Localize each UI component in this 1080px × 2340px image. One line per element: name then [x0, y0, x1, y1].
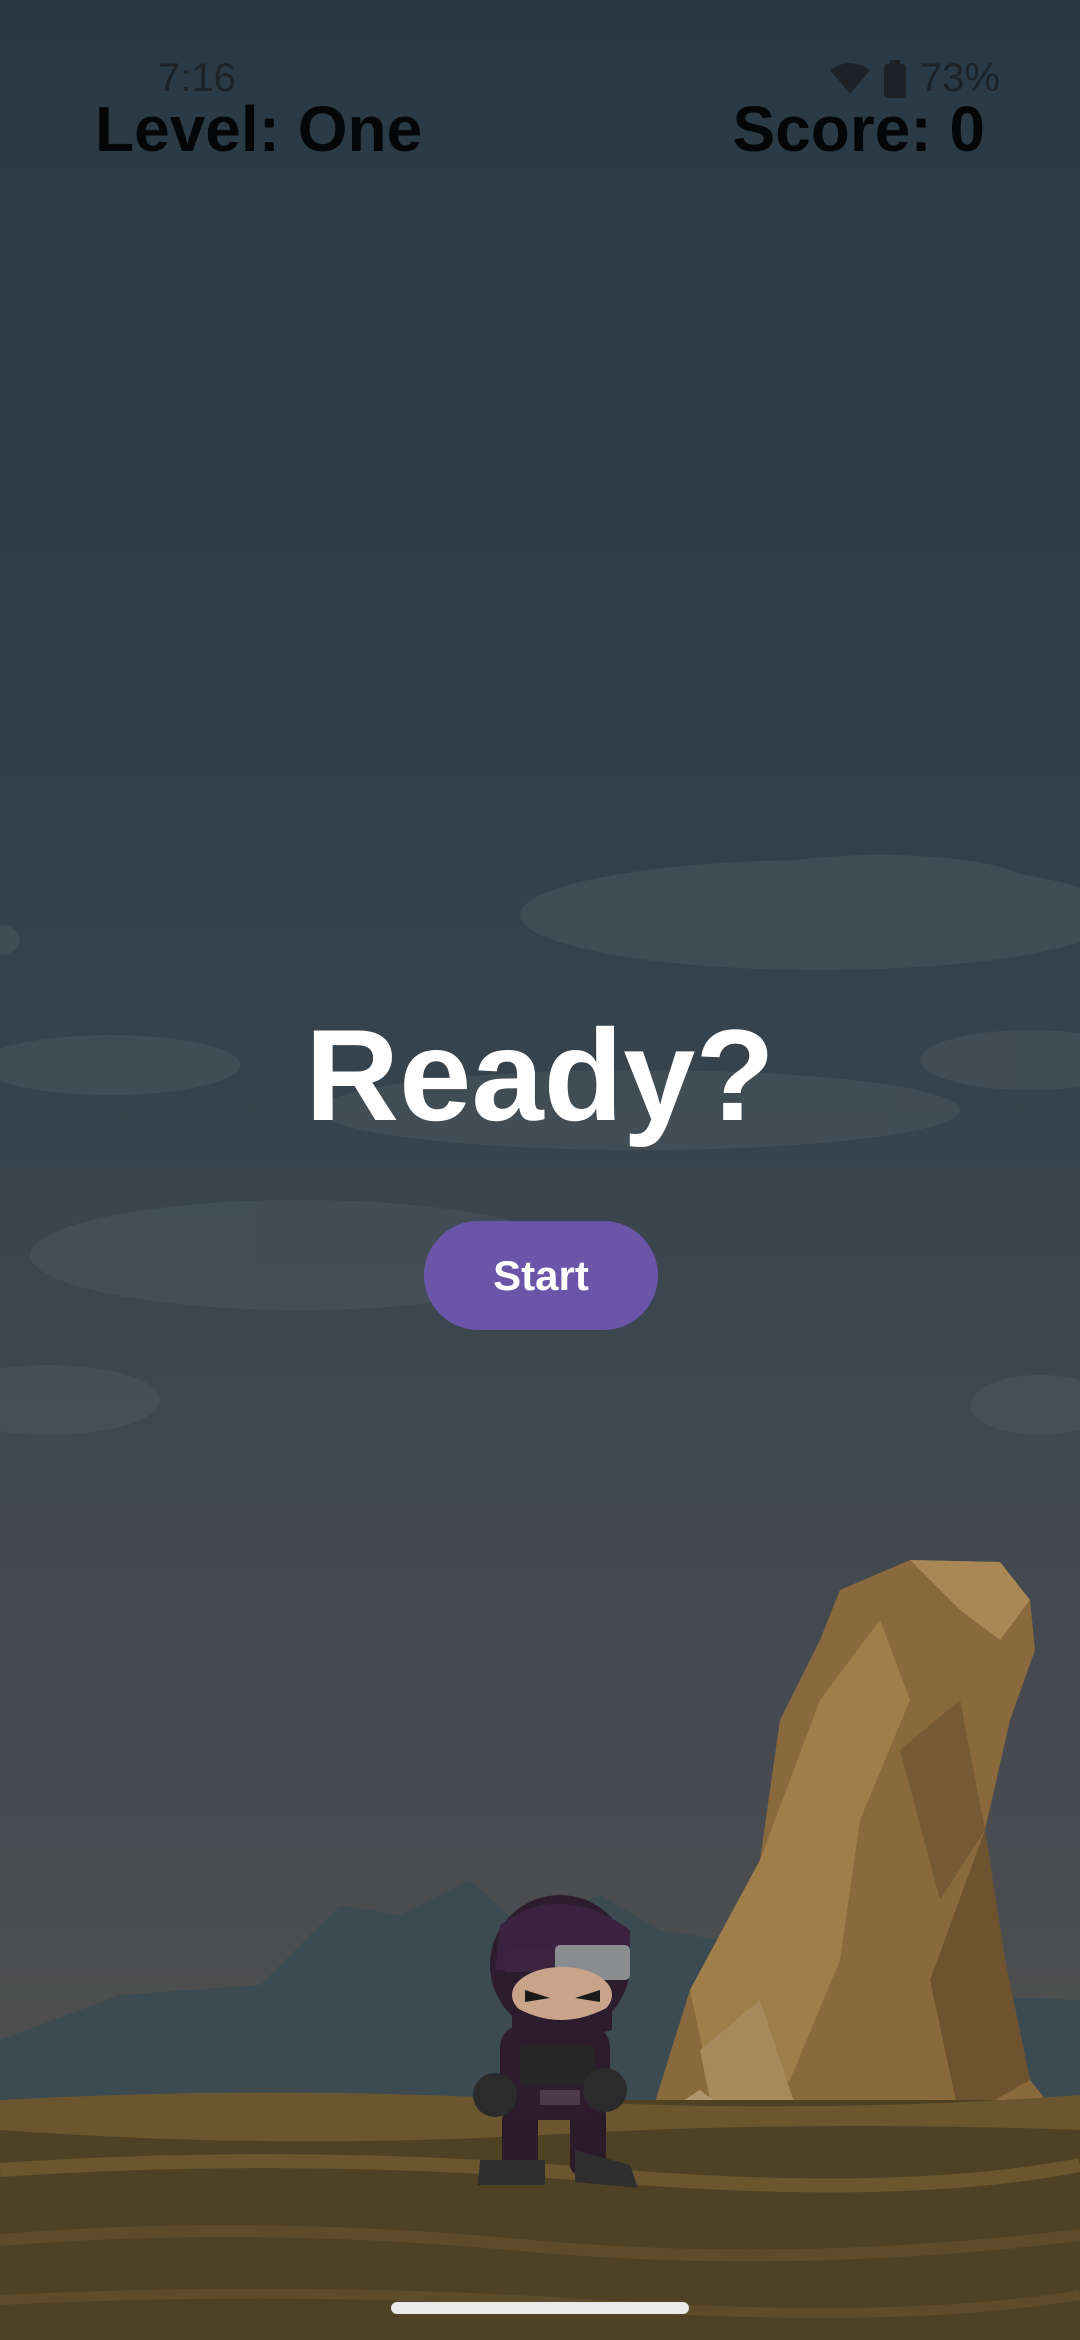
- ready-title: Ready?: [305, 1002, 775, 1148]
- game-background: [0, 855, 1080, 2340]
- start-button[interactable]: Start: [424, 1221, 658, 1330]
- cloud: [0, 925, 20, 955]
- cloud: [730, 855, 1030, 915]
- wifi-icon: [829, 62, 870, 94]
- cloud: [970, 1375, 1080, 1435]
- score-label: Score: 0: [732, 93, 985, 165]
- home-indicator[interactable]: [391, 2302, 689, 2314]
- level-label: Level: One: [95, 93, 423, 165]
- rock-pillar: [620, 1560, 1070, 2150]
- cloud: [0, 1365, 160, 1435]
- game-screen: 7:16 73% Level: One Score: 0 Ready? Star…: [0, 0, 1080, 2340]
